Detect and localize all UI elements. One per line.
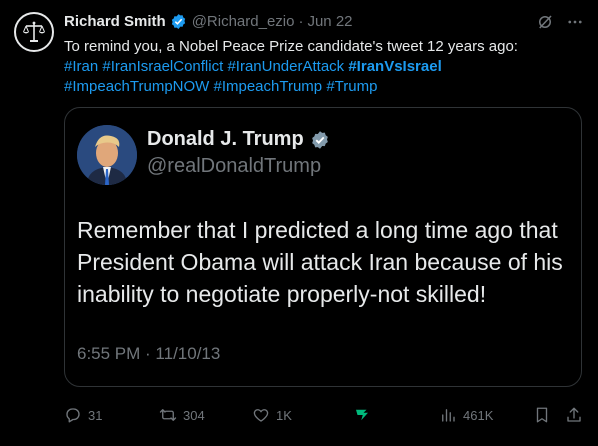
hashtag[interactable]: #IranUnderAttack <box>227 58 344 75</box>
hashtag[interactable]: #Trump <box>326 78 377 95</box>
tweet-top-actions <box>536 13 584 31</box>
quoted-author-avatar[interactable] <box>77 125 137 185</box>
quoted-tweet-text: Remember that I predicted a long time ag… <box>77 217 563 307</box>
hashtag[interactable]: #Iran <box>64 58 98 75</box>
like-icon <box>253 409 269 422</box>
more-icon[interactable] <box>566 13 584 31</box>
grok-icon <box>356 409 368 421</box>
quoted-author-name-row: Donald J. Trump <box>147 128 335 151</box>
share-button[interactable] <box>565 406 583 424</box>
quoted-tweet-card[interactable]: Donald J. Trump @realDonaldTrump Remembe… <box>64 107 582 387</box>
reply-button[interactable]: 31 <box>64 406 102 424</box>
hashtag[interactable]: #IranVsIsrael <box>348 58 441 75</box>
author-name[interactable]: Richard Smith <box>64 13 166 30</box>
hashtag-line-1: #Iran #IranIsraelConflict #IranUnderAtta… <box>64 57 584 77</box>
hashtag-line-2: #ImpeachTrumpNOW #ImpeachTrump #Trump <box>64 77 584 97</box>
author-handle[interactable]: @Richard_ezio <box>192 13 295 30</box>
tweet-text: To remind you, a Nobel Peace Prize candi… <box>64 37 584 97</box>
like-count: 1K <box>276 407 292 423</box>
views-icon <box>442 409 455 422</box>
like-button[interactable]: 1K <box>252 406 292 424</box>
tweet-header: Richard Smith @Richard_ezio · Jun 22 <box>64 13 353 30</box>
views-button[interactable]: 461K <box>439 406 493 424</box>
header-separator: · <box>298 13 304 30</box>
tweet-text-body: To remind you, a Nobel Peace Prize candi… <box>64 38 518 55</box>
retweet-icon <box>159 409 177 421</box>
repost-count: 304 <box>183 407 205 423</box>
quoted-author-name[interactable]: Donald J. Trump <box>147 128 304 151</box>
share-icon <box>567 407 581 422</box>
repost-button[interactable]: 304 <box>159 406 205 424</box>
grok-button[interactable] <box>353 406 371 424</box>
quoted-tweet-timestamp: 6:55 PM · 11/10/13 <box>77 344 221 363</box>
hashtag[interactable]: #IranIsraelConflict <box>102 58 223 75</box>
hashtag[interactable]: #ImpeachTrumpNOW <box>64 78 209 95</box>
tweet-action-bar: 31 304 1K 461K <box>64 406 584 428</box>
reply-icon <box>66 408 80 423</box>
quoted-author-handle[interactable]: @realDonaldTrump <box>147 155 321 178</box>
hashtag[interactable]: #ImpeachTrump <box>213 78 322 95</box>
bookmark-icon <box>536 407 548 423</box>
verified-badge-icon <box>170 13 187 30</box>
reply-count: 31 <box>88 407 103 423</box>
author-avatar[interactable] <box>14 12 54 52</box>
verified-badge-icon <box>310 130 330 150</box>
bookmark-button[interactable] <box>533 406 551 424</box>
scales-logo-icon <box>23 21 45 42</box>
grok-slash-icon[interactable] <box>536 13 554 31</box>
tweet-date[interactable]: Jun 22 <box>307 13 352 30</box>
views-count: 461K <box>463 407 494 423</box>
